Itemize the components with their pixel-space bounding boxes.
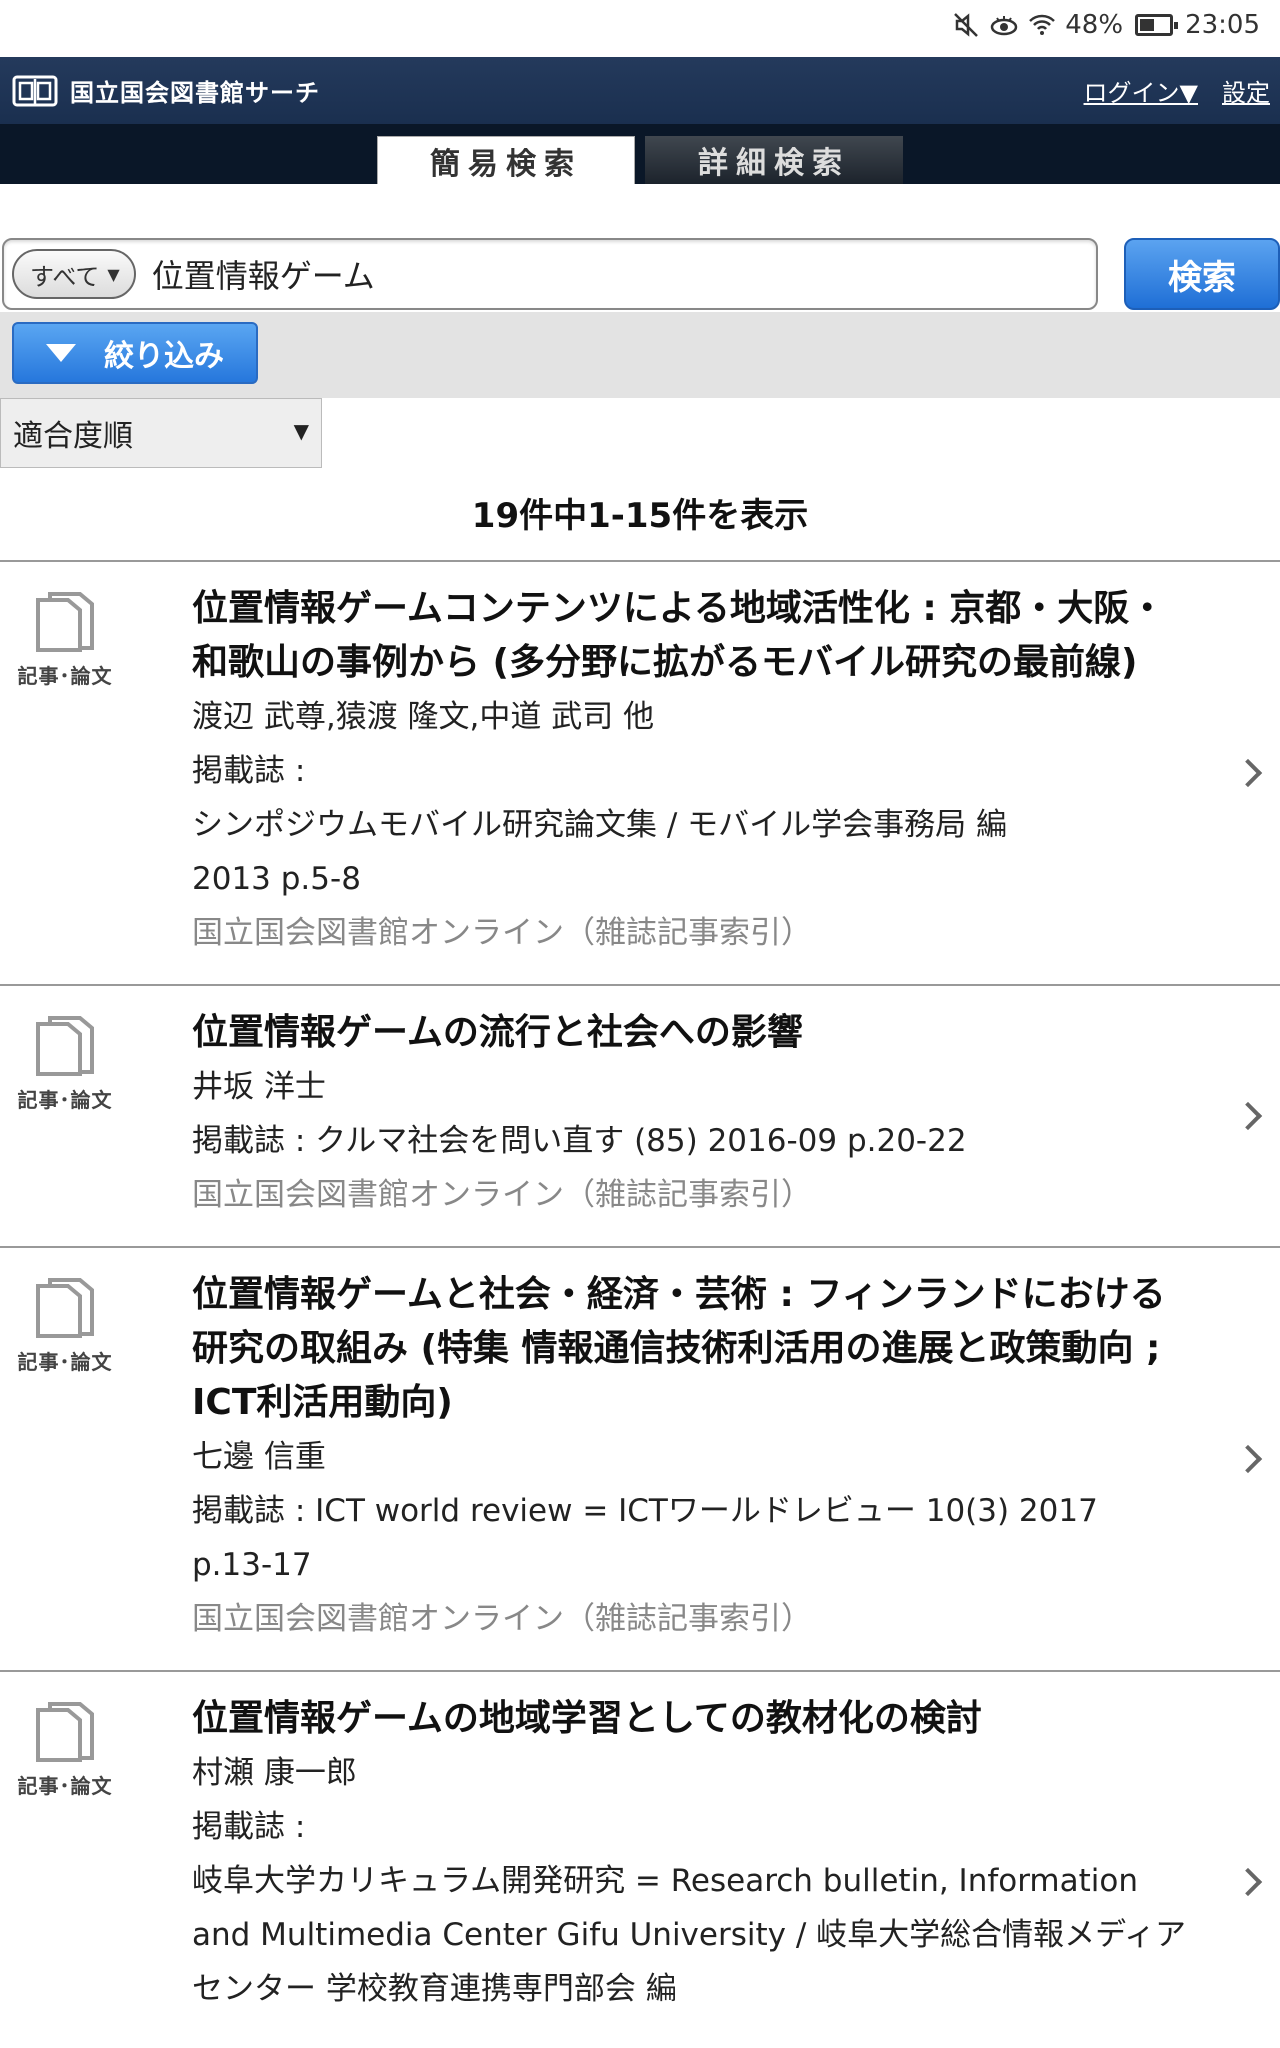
result-authors: 渡辺 武尊,猿渡 隆文,中道 武司 他 xyxy=(192,699,655,735)
type-label: 記事･論文 xyxy=(17,1774,113,1798)
result-title[interactable]: 位置情報ゲームコンテンツによる地域活性化 : 京都・大阪・和歌山の事例から (多… xyxy=(192,582,1190,690)
caret-down-icon: ▼ xyxy=(107,264,120,284)
result-item[interactable]: 記事･論文 位置情報ゲームの地域学習としての教材化の検討 村瀬 康一郎 掲載誌 … xyxy=(0,1672,1280,2040)
result-authors: 村瀬 康一郎 xyxy=(192,1755,357,1791)
clock: 23:05 xyxy=(1185,10,1260,40)
ndl-logo-icon[interactable] xyxy=(12,73,58,109)
type-label: 記事･論文 xyxy=(17,1088,113,1112)
journal-label: 掲載誌 : xyxy=(192,753,306,789)
result-source: 国立国会図書館オンライン（雑誌記事索引） xyxy=(192,1177,812,1213)
result-source: 国立国会図書館オンライン（雑誌記事索引） xyxy=(192,1601,812,1637)
journal-line: 掲載誌 : ICT world review = ICTワールドレビュー 10(… xyxy=(192,1493,1098,1529)
login-link[interactable]: ログイン▼ xyxy=(1084,73,1198,108)
journal-line: 掲載誌 : クルマ社会を問い直す (85) 2016-09 p.20-22 xyxy=(192,1123,967,1159)
results-count: 19件中1-15件を表示 xyxy=(0,470,1280,562)
settings-link[interactable]: 設定 xyxy=(1222,73,1270,108)
sort-select[interactable]: 適合度順 ▼ xyxy=(0,398,322,468)
journal-name: シンポジウムモバイル研究論文集 / モバイル学会事務局 編 xyxy=(192,807,1008,843)
document-icon xyxy=(36,1016,94,1076)
chevron-right-icon[interactable] xyxy=(1233,1867,1263,1897)
caret-down-icon: ▼ xyxy=(293,419,309,443)
article-type-badge: 記事･論文 xyxy=(10,1696,120,1799)
battery-icon xyxy=(1135,14,1179,36)
sort-row: 適合度順 ▼ xyxy=(0,398,1280,470)
chevron-right-icon[interactable] xyxy=(1233,758,1263,788)
tab-simple-search[interactable]: 簡易検索 xyxy=(377,136,635,184)
refine-label: 絞り込み xyxy=(104,339,224,374)
status-bar: 48% 23:05 xyxy=(0,0,1280,57)
result-details: 2013 p.5-8 xyxy=(192,861,361,897)
search-row: すべて ▼ 位置情報ゲーム 検索 xyxy=(0,184,1280,312)
result-source: 国立国会図書館オンライン（雑誌記事索引） xyxy=(192,915,812,951)
wifi-icon xyxy=(1029,14,1056,35)
document-icon xyxy=(36,1702,94,1762)
scope-label: すべて xyxy=(30,262,100,291)
result-authors: 七邊 信重 xyxy=(192,1439,326,1475)
result-title[interactable]: 位置情報ゲームの流行と社会への影響 xyxy=(192,1006,1190,1060)
document-icon xyxy=(36,592,94,652)
type-label: 記事･論文 xyxy=(17,664,113,688)
app-title: 国立国会図書館サーチ xyxy=(70,79,320,107)
search-query[interactable]: 位置情報ゲーム xyxy=(152,251,375,297)
result-authors: 井坂 洋士 xyxy=(192,1069,326,1105)
result-title[interactable]: 位置情報ゲームと社会・経済・芸術 : フィンランドにおける研究の取組み (特集 … xyxy=(192,1268,1190,1430)
chevron-right-icon[interactable] xyxy=(1233,1444,1263,1474)
journal-label: 掲載誌 : xyxy=(192,1809,306,1845)
refine-button[interactable]: 絞り込み xyxy=(12,322,258,384)
result-item[interactable]: 記事･論文 位置情報ゲームの流行と社会への影響 井坂 洋士 掲載誌 : クルマ社… xyxy=(0,986,1280,1248)
tab-advanced-search[interactable]: 詳細検索 xyxy=(645,136,903,184)
filter-bar: 絞り込み xyxy=(0,312,1280,398)
result-details: p.13-17 xyxy=(192,1547,312,1583)
document-icon xyxy=(36,1278,94,1338)
article-type-badge: 記事･論文 xyxy=(10,1272,120,1375)
mute-icon xyxy=(954,13,979,37)
scope-dropdown[interactable]: すべて ▼ xyxy=(12,249,136,299)
result-item[interactable]: 記事･論文 位置情報ゲームと社会・経済・芸術 : フィンランドにおける研究の取組… xyxy=(0,1248,1280,1672)
type-label: 記事･論文 xyxy=(17,1350,113,1374)
eye-comfort-icon xyxy=(991,16,1018,36)
sort-value: 適合度順 xyxy=(13,419,133,454)
triangle-down-icon xyxy=(46,344,76,362)
article-type-badge: 記事･論文 xyxy=(10,1010,120,1113)
chevron-right-icon[interactable] xyxy=(1233,1101,1263,1131)
search-button[interactable]: 検索 xyxy=(1124,238,1280,310)
search-input[interactable]: すべて ▼ 位置情報ゲーム xyxy=(2,238,1098,310)
search-mode-tabs: 簡易検索 詳細検索 xyxy=(0,124,1280,184)
article-type-badge: 記事･論文 xyxy=(10,586,120,689)
result-title[interactable]: 位置情報ゲームの地域学習としての教材化の検討 xyxy=(192,1692,1190,1746)
result-item[interactable]: 記事･論文 位置情報ゲームコンテンツによる地域活性化 : 京都・大阪・和歌山の事… xyxy=(0,562,1280,986)
app-header: 国立国会図書館サーチ ログイン▼ 設定 xyxy=(0,57,1280,124)
battery-percent: 48% xyxy=(1065,10,1124,40)
journal-name: 岐阜大学カリキュラム開発研究 = Research bulletin, Info… xyxy=(192,1863,1186,2007)
